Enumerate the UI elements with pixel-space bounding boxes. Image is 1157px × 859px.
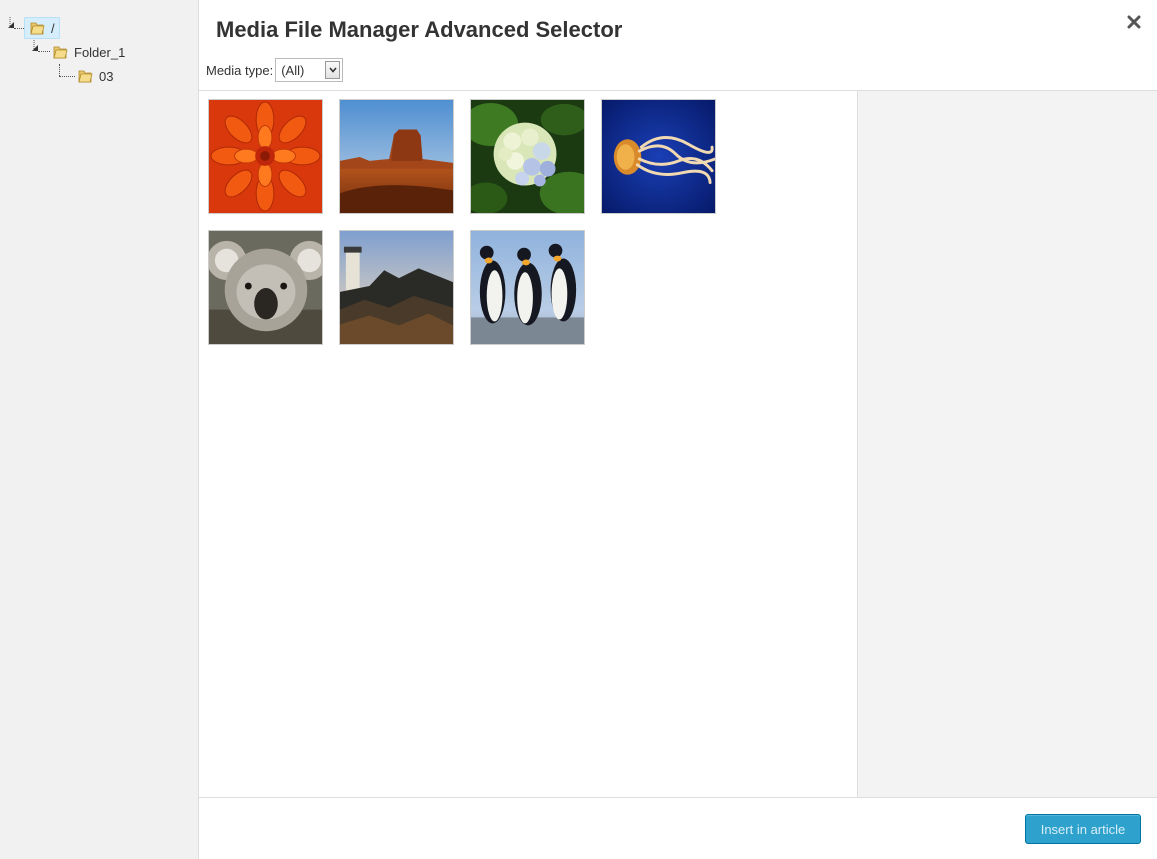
insert-in-article-button[interactable]: Insert in article [1025,814,1141,844]
penguins-image [471,231,584,344]
footer-divider [199,797,1157,798]
tree-node-root[interactable]: / [24,17,60,39]
media-type-filter: Media type: (All) [206,58,344,82]
tree-connector [38,51,50,52]
media-thumbnail-lighthouse[interactable] [339,230,454,345]
tree-expand-toggle-folder-1[interactable] [30,40,42,56]
media-thumbnail-desert[interactable] [339,99,454,214]
lighthouse-image [340,231,453,344]
media-thumbnail-jellyfish[interactable] [601,99,716,214]
chrysanthemum-image [209,100,322,213]
folder-icon [77,68,93,84]
folder-tree-sidebar: / Folder_1 03 [0,0,199,859]
tree-connector [59,64,60,76]
media-type-label: Media type: [206,62,274,78]
koala-image [209,231,322,344]
close-icon [1127,15,1141,29]
hydrangeas-image [471,100,584,213]
media-thumbnail-hydrangeas[interactable] [470,99,585,214]
page-title: Media File Manager Advanced Selector [216,17,623,42]
close-button[interactable] [1124,12,1144,32]
media-type-select[interactable]: (All) [275,58,344,82]
tree-label-root: / [51,20,55,36]
folder-icon [52,44,68,60]
media-thumbnail-koala[interactable] [208,230,323,345]
media-thumbnail-chrysanthemum[interactable] [208,99,323,214]
desert-image [340,100,453,213]
tree-connector [59,76,75,77]
tree-label-folder-1: Folder_1 [74,44,126,60]
tree-label-folder-03: 03 [99,68,114,84]
attachment-details-panel [857,91,1157,797]
folder-icon [29,20,45,36]
media-thumbnail-penguins[interactable] [470,230,585,345]
tree-node-folder-1[interactable]: Folder_1 [52,41,125,63]
tree-node-folder-03[interactable]: 03 [77,65,113,87]
chevron-down-icon [325,61,341,79]
jellyfish-image [602,100,715,213]
tree-connector [14,28,24,29]
tree-expand-toggle-root[interactable] [6,17,18,33]
media-type-selected-value: (All) [281,62,305,78]
